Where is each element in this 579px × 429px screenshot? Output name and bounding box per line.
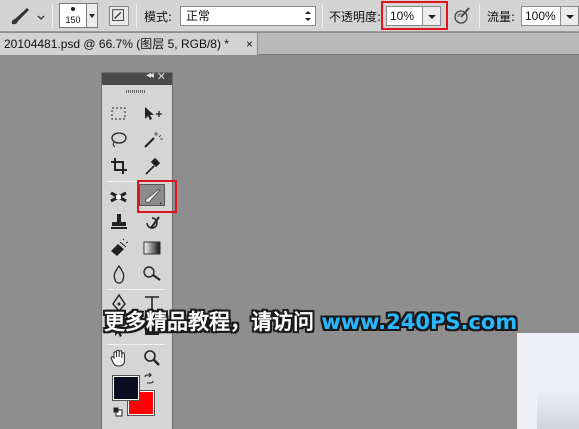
- opacity-label: 不透明度:: [329, 10, 382, 24]
- updown-arrows-icon: [305, 11, 311, 21]
- watermark-text: 更多精品教程，请访问: [104, 310, 314, 334]
- eyedropper-tool-icon[interactable]: [139, 155, 165, 177]
- document-tab-title: 20104481.psd @ 66.7% (图层 5, RGB/8) *: [4, 37, 229, 51]
- options-bar: 150 模式: 正常 不透明度: 10% 流量: 100%: [0, 0, 579, 32]
- hand-tool-icon[interactable]: [106, 347, 132, 369]
- mode-label: 模式:: [144, 10, 173, 24]
- brush-tip-icon: [71, 7, 75, 11]
- close-tab-icon[interactable]: ×: [246, 33, 253, 55]
- move-tool-icon[interactable]: [139, 103, 165, 125]
- brush-tool-highlight-box: [137, 180, 177, 213]
- blend-mode-select[interactable]: 正常: [180, 6, 316, 26]
- brush-picker-dropdown-button[interactable]: [87, 3, 98, 28]
- tools-panel-header[interactable]: ◂◂ ✕: [102, 70, 172, 85]
- panel-grip[interactable]: [126, 90, 146, 93]
- document-canvas[interactable]: [517, 333, 579, 429]
- divider: [107, 344, 165, 345]
- divider: [136, 4, 137, 28]
- dodge-tool-icon[interactable]: [139, 263, 165, 285]
- swap-colors-icon[interactable]: [143, 372, 155, 385]
- default-colors-icon[interactable]: [113, 406, 123, 417]
- spot-healing-brush-tool-icon[interactable]: [106, 186, 132, 208]
- close-panel-icon[interactable]: ✕: [157, 70, 166, 83]
- lasso-tool-icon[interactable]: [106, 129, 132, 151]
- crop-tool-icon[interactable]: [106, 155, 132, 177]
- magic-wand-tool-icon[interactable]: [139, 129, 165, 151]
- divider: [52, 4, 53, 28]
- opacity-highlight-box: [381, 1, 448, 30]
- divider: [322, 4, 323, 28]
- brush-tool-preset-icon[interactable]: [6, 5, 32, 27]
- gradient-tool-icon[interactable]: [139, 237, 165, 259]
- chevron-down-icon[interactable]: [36, 11, 46, 21]
- blend-mode-value: 正常: [186, 9, 211, 23]
- collapse-panel-icon[interactable]: ◂◂: [146, 70, 154, 81]
- flow-label: 流量:: [487, 10, 516, 24]
- watermark: 更多精品教程，请访问 www.240PS.com: [104, 306, 517, 336]
- divider: [107, 289, 165, 290]
- tablet-pressure-opacity-icon[interactable]: [451, 5, 473, 27]
- flow-input[interactable]: 100%: [521, 6, 561, 26]
- divider: [479, 4, 480, 28]
- document-tab[interactable]: 20104481.psd @ 66.7% (图层 5, RGB/8) * ×: [0, 33, 258, 55]
- brush-size-value: 150: [65, 15, 81, 25]
- blur-tool-icon[interactable]: [106, 263, 132, 285]
- flow-slider-button[interactable]: [561, 6, 579, 26]
- history-brush-tool-icon[interactable]: [139, 211, 165, 233]
- rectangular-marquee-tool-icon[interactable]: [106, 103, 132, 125]
- clone-stamp-tool-icon[interactable]: [106, 211, 132, 233]
- document-tab-bar: 20104481.psd @ 66.7% (图层 5, RGB/8) * ×: [0, 33, 579, 55]
- toggle-brush-panel-button[interactable]: [109, 6, 129, 26]
- foreground-color-swatch[interactable]: [112, 375, 140, 401]
- zoom-tool-icon[interactable]: [139, 347, 165, 369]
- brush-size-picker[interactable]: 150: [59, 3, 87, 28]
- watermark-url: www.240PS.com: [321, 310, 518, 334]
- eraser-tool-icon[interactable]: [106, 237, 132, 259]
